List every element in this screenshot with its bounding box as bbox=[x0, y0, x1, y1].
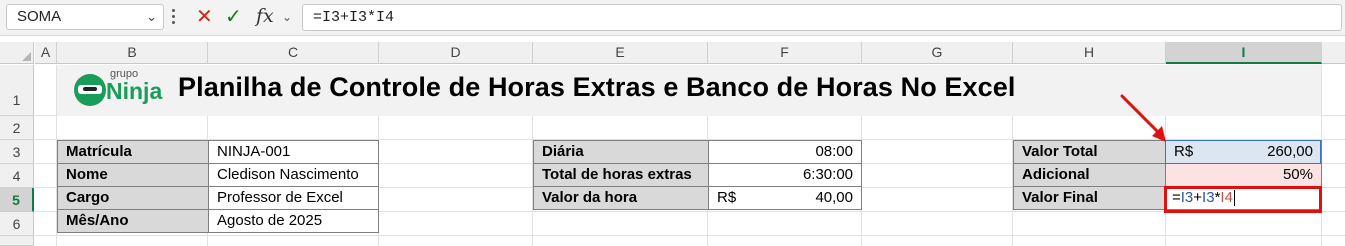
row-header-3[interactable]: 3 bbox=[0, 140, 34, 164]
column-header-a[interactable]: A bbox=[35, 42, 57, 64]
column-header-i[interactable]: I bbox=[1166, 42, 1322, 64]
sheet-title: Planilha de Controle de Horas Extras e B… bbox=[178, 72, 1016, 102]
employee-value-matricula[interactable]: NINJA-001 bbox=[208, 140, 379, 164]
annotation-arrow-icon bbox=[1120, 94, 1166, 142]
column-header-b[interactable]: B bbox=[57, 42, 208, 64]
chevron-down-icon[interactable]: ⌄ bbox=[146, 5, 157, 29]
employee-value-cargo[interactable]: Professor de Excel bbox=[208, 186, 379, 210]
select-all-corner[interactable] bbox=[0, 42, 34, 64]
currency-symbol: R$ bbox=[717, 189, 737, 206]
ninja-logo: grupo Ninja bbox=[72, 68, 172, 112]
hours-label-total-extras[interactable]: Total de horas extras bbox=[533, 163, 709, 187]
more-options-icon[interactable] bbox=[172, 8, 176, 26]
expand-formula-chevron-icon[interactable]: ⌄ bbox=[282, 4, 292, 30]
check-icon[interactable]: ✓ bbox=[225, 4, 242, 30]
employee-label-cargo[interactable]: Cargo bbox=[57, 186, 209, 210]
name-box[interactable]: SOMA ⌄ bbox=[6, 4, 164, 30]
column-header-g[interactable]: G bbox=[862, 42, 1013, 64]
logo-big-text: Ninja bbox=[106, 78, 163, 104]
hours-label-valor-hora[interactable]: Valor da hora bbox=[533, 186, 709, 210]
hours-value-diaria[interactable]: 08:00 bbox=[708, 140, 862, 164]
value-label-adicional[interactable]: Adicional bbox=[1013, 163, 1166, 187]
row-header-5[interactable]: 5 bbox=[0, 188, 34, 212]
column-header-overflow[interactable] bbox=[1322, 42, 1345, 64]
value-label-final[interactable]: Valor Final bbox=[1013, 186, 1166, 210]
row-header-1[interactable]: 1 bbox=[0, 65, 34, 116]
employee-label-mes-ano[interactable]: Mês/Ano bbox=[57, 209, 209, 233]
row-header-4[interactable]: 4 bbox=[0, 164, 34, 188]
ninja-head-icon bbox=[74, 74, 106, 106]
employee-label-matricula[interactable]: Matrícula bbox=[57, 140, 209, 164]
name-box-value: SOMA bbox=[17, 8, 62, 25]
row-header-7[interactable] bbox=[0, 236, 34, 246]
employee-label-nome[interactable]: Nome bbox=[57, 163, 209, 187]
column-header-f[interactable]: F bbox=[708, 42, 862, 64]
reference-highlight-i3 bbox=[1165, 140, 1321, 164]
hours-label-diaria[interactable]: Diária bbox=[533, 140, 709, 164]
hours-value-valor-hora[interactable]: R$ 40,00 bbox=[708, 186, 862, 210]
value-cell-adicional[interactable]: 50% bbox=[1165, 163, 1322, 187]
column-header-h[interactable]: H bbox=[1013, 42, 1166, 64]
gridline bbox=[35, 235, 1345, 236]
hours-value-valor-hora-amount: 40,00 bbox=[815, 189, 853, 206]
employee-value-nome[interactable]: Cledison Nascimento bbox=[208, 163, 379, 187]
insert-function-icon[interactable]: fx bbox=[256, 3, 274, 29]
column-header-c[interactable]: C bbox=[208, 42, 379, 64]
hours-value-total-extras[interactable]: 6:30:00 bbox=[708, 163, 862, 187]
row-header-6[interactable]: 6 bbox=[0, 212, 34, 236]
column-header-d[interactable]: D bbox=[379, 42, 533, 64]
highlight-box bbox=[1164, 186, 1322, 213]
employee-value-mes-ano[interactable]: Agosto de 2025 bbox=[208, 209, 379, 233]
close-icon[interactable]: ✕ bbox=[196, 4, 213, 30]
column-header-e[interactable]: E bbox=[533, 42, 708, 64]
row-header-2[interactable]: 2 bbox=[0, 116, 34, 140]
formula-input[interactable]: =I3+I3*I4 bbox=[302, 4, 1342, 31]
